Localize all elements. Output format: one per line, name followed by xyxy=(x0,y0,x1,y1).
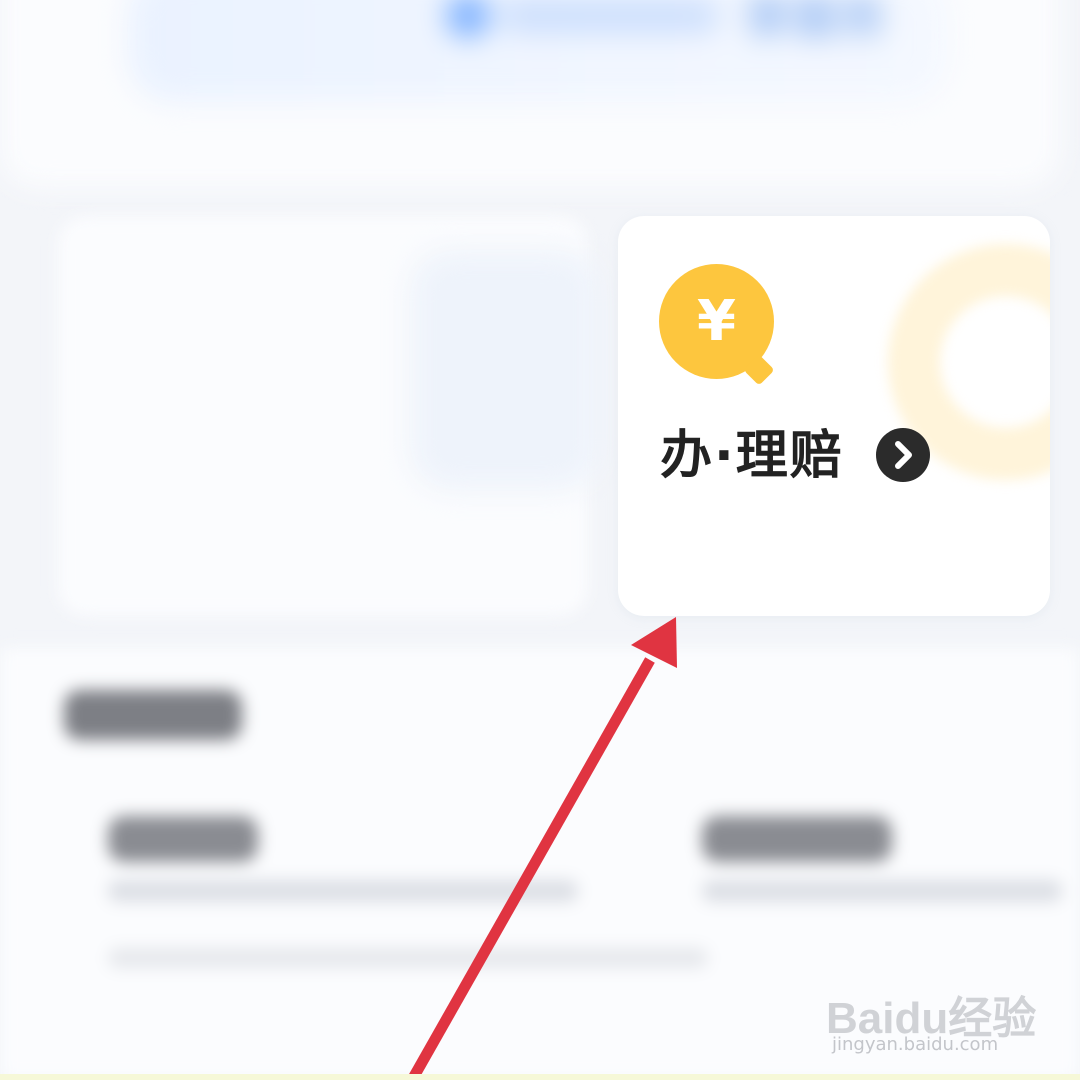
list-divider-blurred xyxy=(108,948,708,968)
chevron-right-icon[interactable] xyxy=(876,428,930,482)
service-banner-text: 享服务 xyxy=(744,0,888,45)
yen-glyph: ¥ xyxy=(697,288,736,354)
app-screen: 享服务 ¥ 办·理赔 Baidu经验 jingyan.baidu.com xyxy=(0,0,1080,1080)
service-banner[interactable]: 享服务 xyxy=(128,0,948,102)
service-label-blurred xyxy=(500,0,720,34)
left-card-decoration xyxy=(410,250,600,490)
list-item-title-blurred-2 xyxy=(702,816,892,862)
baidu-jingyan-watermark: Baidu经验 jingyan.baidu.com xyxy=(826,964,1066,1064)
section-heading-blurred xyxy=(64,690,242,740)
yen-coin-icon: ¥ xyxy=(659,264,774,379)
list-item-subtitle-blurred xyxy=(108,880,578,902)
watermark-url: jingyan.baidu.com xyxy=(832,1034,999,1055)
list-item-subtitle-blurred-2 xyxy=(702,880,1062,902)
bottom-strip xyxy=(0,1074,1080,1080)
list-item-title-blurred xyxy=(108,816,258,862)
claim-card[interactable]: ¥ 办·理赔 xyxy=(618,216,1050,616)
claim-title[interactable]: 办·理赔 xyxy=(660,420,844,492)
service-icon xyxy=(446,0,490,38)
